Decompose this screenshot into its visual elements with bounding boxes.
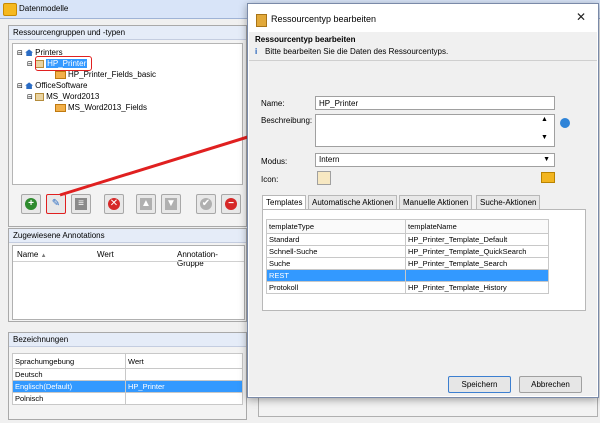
- scroll-up-icon[interactable]: ▲: [541, 116, 548, 123]
- edit-resource-type-dialog: Ressourcentyp bearbeiten ✕ Ressourcentyp…: [247, 3, 599, 398]
- description-field[interactable]: [315, 114, 555, 147]
- info-icon: i: [255, 47, 258, 56]
- dialog-window-title: Ressourcentyp bearbeiten: [271, 14, 377, 24]
- folder-icon[interactable]: [541, 172, 555, 183]
- tab-search-actions[interactable]: Suche-Aktionen: [476, 195, 541, 209]
- name-field[interactable]: [315, 96, 555, 110]
- table-row[interactable]: Protokoll HP_Printer_Template_History: [266, 281, 549, 294]
- close-icon[interactable]: ✕: [576, 10, 586, 24]
- tab-templates[interactable]: Templates: [262, 195, 307, 210]
- dialog-heading: Ressourcentyp bearbeiten: [255, 35, 356, 44]
- chevron-down-icon: ▼: [543, 156, 550, 163]
- save-button[interactable]: Speichern: [448, 376, 511, 393]
- cancel-button[interactable]: Abbrechen: [519, 376, 582, 393]
- dialog-subheading: Bitte bearbeiten Sie die Daten des Resso…: [265, 47, 449, 56]
- dialog-window-icon: [256, 14, 267, 27]
- templates-table[interactable]: templateType templateName Standard HP_Pri…: [266, 219, 549, 294]
- divider: [249, 60, 597, 61]
- table-row[interactable]: REST: [266, 269, 549, 282]
- mode-label: Modus:: [261, 157, 288, 166]
- col-template-type[interactable]: templateType: [266, 219, 406, 234]
- table-row[interactable]: Schnell-Suche HP_Printer_Template_QuickSe…: [266, 245, 549, 258]
- icon-label: Icon:: [261, 175, 279, 184]
- tab-automatic-actions[interactable]: Automatische Aktionen: [308, 195, 398, 209]
- description-label: Beschreibung:: [261, 116, 313, 125]
- translate-globe-icon[interactable]: [560, 118, 570, 128]
- table-row[interactable]: Suche HP_Printer_Template_Search: [266, 257, 549, 270]
- tab-manual-actions[interactable]: Manuelle Aktionen: [399, 195, 473, 209]
- table-header-row: templateType templateName: [266, 219, 549, 234]
- mode-value: Intern: [319, 155, 340, 164]
- table-row[interactable]: Standard HP_Printer_Template_Default: [266, 233, 549, 246]
- mode-select[interactable]: Intern ▼: [315, 153, 555, 167]
- icon-preview[interactable]: [317, 171, 331, 185]
- scroll-down-icon[interactable]: ▼: [541, 134, 548, 141]
- dialog-body: Ressourcentyp bearbeiten i Bitte bearbei…: [249, 32, 597, 396]
- col-template-name[interactable]: templateName: [405, 219, 549, 234]
- name-label: Name:: [261, 99, 285, 108]
